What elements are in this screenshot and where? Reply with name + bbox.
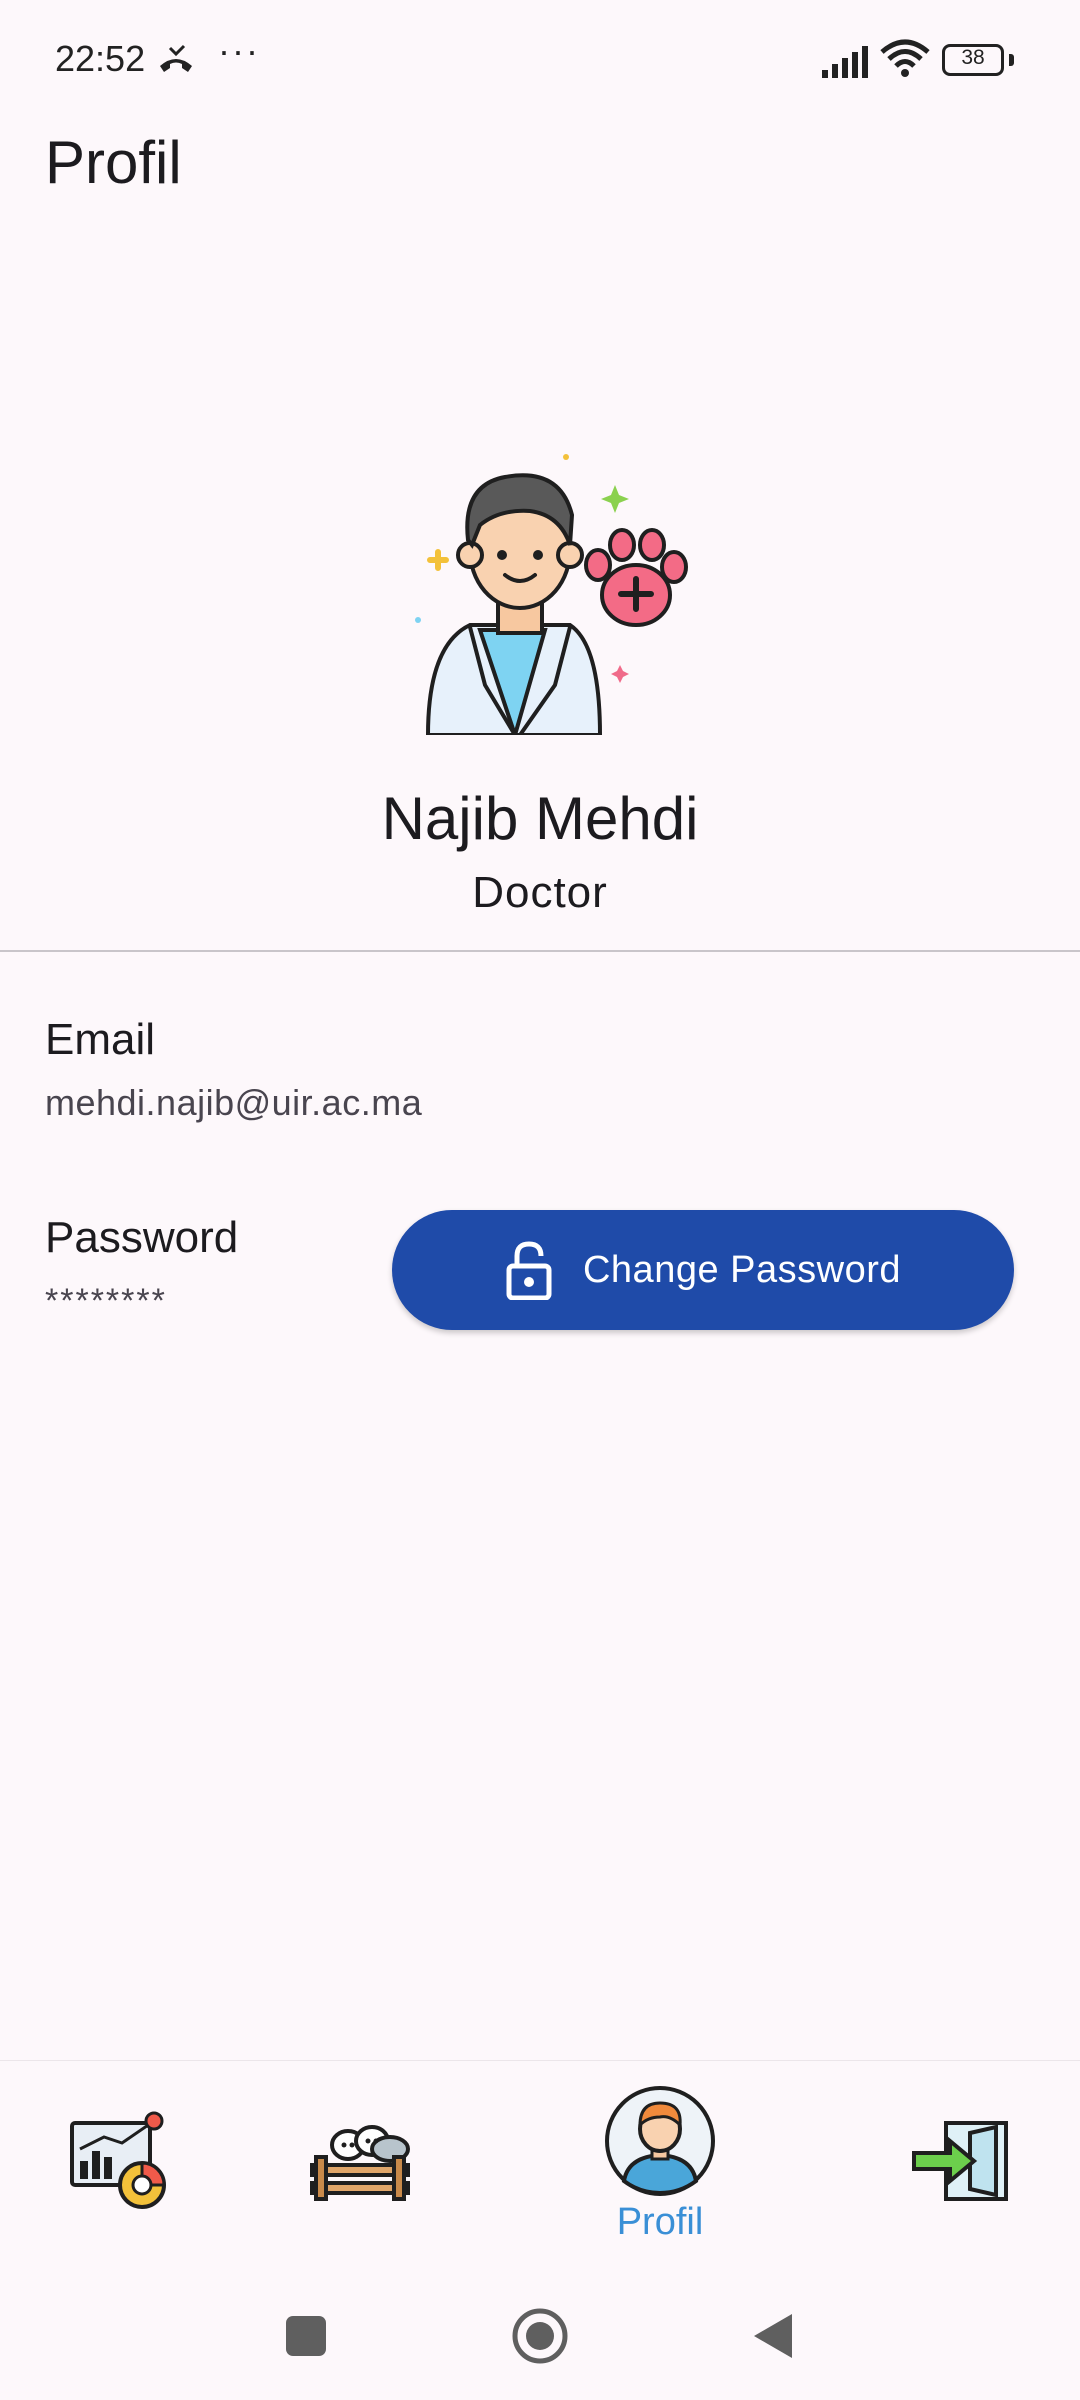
wifi-icon	[880, 39, 930, 77]
password-value: ********	[45, 1282, 167, 1320]
user-role: Doctor	[472, 868, 608, 917]
battery-icon: 38	[942, 44, 1014, 78]
bottom-navigation: Profil	[0, 2060, 1080, 2271]
back-button[interactable]	[752, 2312, 794, 2360]
dashboard-chart-icon[interactable]	[70, 2111, 170, 2211]
change-password-button[interactable]: Change Password	[392, 1210, 1014, 1330]
livestock-cows-icon[interactable]	[308, 2121, 412, 2201]
more-notifications-icon: ···	[218, 30, 260, 71]
page-title: Profil	[45, 129, 182, 196]
signal-icon	[822, 46, 868, 78]
status-time: 22:52	[55, 38, 146, 79]
home-button[interactable]	[510, 2306, 570, 2366]
email-label: Email	[45, 1015, 156, 1064]
password-label: Password	[45, 1213, 239, 1262]
email-value: mehdi.najib@uir.ac.ma	[45, 1082, 423, 1123]
veterinarian-avatar-icon	[415, 454, 688, 735]
battery-level: 38	[961, 46, 985, 69]
logout-arrow-icon[interactable]	[910, 2119, 1010, 2203]
user-name: Najib Mehdi	[381, 785, 699, 852]
recent-apps-button[interactable]	[286, 2316, 326, 2356]
profile-avatar-icon[interactable]	[604, 2085, 716, 2197]
nav-profile-label[interactable]: Profil	[560, 2201, 760, 2244]
change-password-label: Change Password	[582, 1248, 901, 1291]
lock-open-icon	[506, 1241, 552, 1300]
section-divider	[0, 950, 1080, 952]
missed-call-icon	[160, 44, 192, 72]
